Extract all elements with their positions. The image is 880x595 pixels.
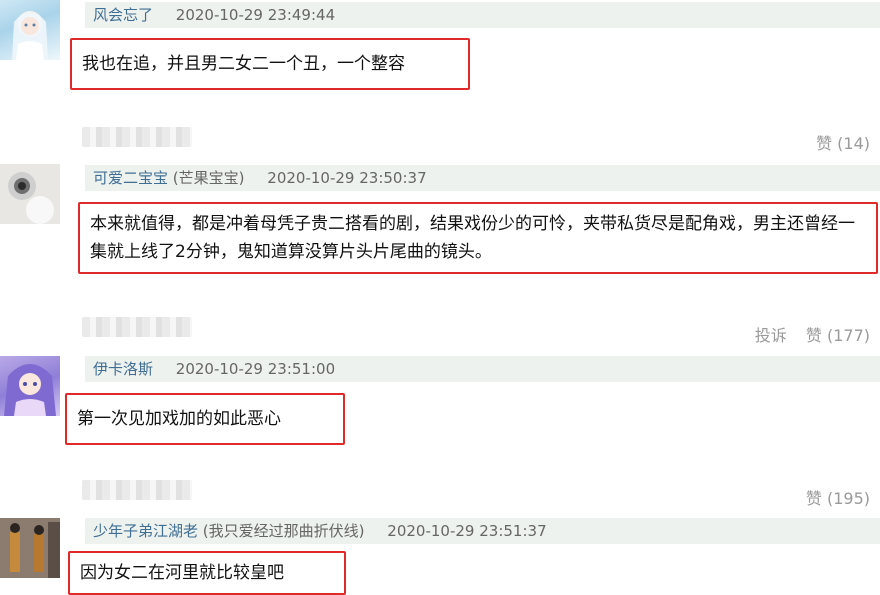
comment-actions: 赞 (195): [792, 485, 870, 509]
blurred-reply: [82, 480, 192, 500]
comment-meta: 可爱二宝宝 (芒果宝宝) 2020-10-29 23:50:37: [85, 165, 880, 191]
street-photo-icon: [0, 518, 60, 578]
comment-actions: 投诉 赞 (177): [741, 322, 870, 346]
comment-text: 第一次见加戏加的如此恶心: [77, 409, 281, 429]
comment-text: 因为女二在河里就比较皇吧: [80, 563, 284, 583]
comment-time: 2020-10-29 23:49:44: [175, 6, 336, 24]
comment-body: 我也在追，并且男二女二一个丑，一个整容: [70, 38, 470, 90]
anime-girl-white-icon: [12, 11, 48, 60]
comment-text: 我也在追，并且男二女二一个丑，一个整容: [82, 54, 405, 74]
comment-username[interactable]: 伊卡洛斯: [93, 360, 153, 378]
like-button[interactable]: 赞 (14): [816, 134, 870, 153]
comment-meta: 伊卡洛斯 2020-10-29 23:51:00: [85, 356, 880, 382]
comment-meta: 风会忘了 2020-10-29 23:49:44: [85, 2, 880, 28]
like-button[interactable]: 赞 (195): [806, 489, 870, 508]
avatar[interactable]: [0, 164, 60, 224]
comment-time: 2020-10-29 23:51:37: [387, 522, 547, 540]
comment-body: 因为女二在河里就比较皇吧: [68, 551, 346, 595]
comment-body: 第一次见加戏加的如此恶心: [65, 393, 345, 445]
comment-actions: 赞 (14): [802, 130, 870, 154]
avatar[interactable]: [0, 356, 60, 416]
report-button[interactable]: 投诉: [755, 326, 787, 345]
comment-body: 本来就值得，都是冲着母凭子贵二搭看的剧，结果戏份少的可怜，夹带私货尽是配角戏，男…: [78, 202, 878, 274]
blurred-reply: [82, 317, 192, 337]
comment-meta: 少年子弟江湖老 (我只爱经过那曲折伏线) 2020-10-29 23:51:37: [85, 518, 880, 544]
comment-nickname: (芒果宝宝): [172, 169, 245, 187]
like-button[interactable]: 赞 (177): [806, 326, 870, 345]
comment-time: 2020-10-29 23:51:00: [175, 360, 336, 378]
comment-username[interactable]: 少年子弟江湖老: [93, 522, 198, 540]
camera-toy-icon: [0, 164, 60, 224]
avatar[interactable]: [0, 518, 60, 578]
avatar[interactable]: [0, 0, 60, 60]
comment-nickname: (我只爱经过那曲折伏线): [202, 522, 365, 540]
comment-time: 2020-10-29 23:50:37: [267, 169, 427, 187]
comment-username[interactable]: 可爱二宝宝: [93, 169, 168, 187]
comment-username[interactable]: 风会忘了: [93, 6, 153, 24]
anime-girl-purple-icon: [4, 364, 56, 416]
comment-text: 本来就值得，都是冲着母凭子贵二搭看的剧，结果戏份少的可怜，夹带私货尽是配角戏，男…: [90, 214, 855, 262]
blurred-reply: [82, 127, 192, 147]
